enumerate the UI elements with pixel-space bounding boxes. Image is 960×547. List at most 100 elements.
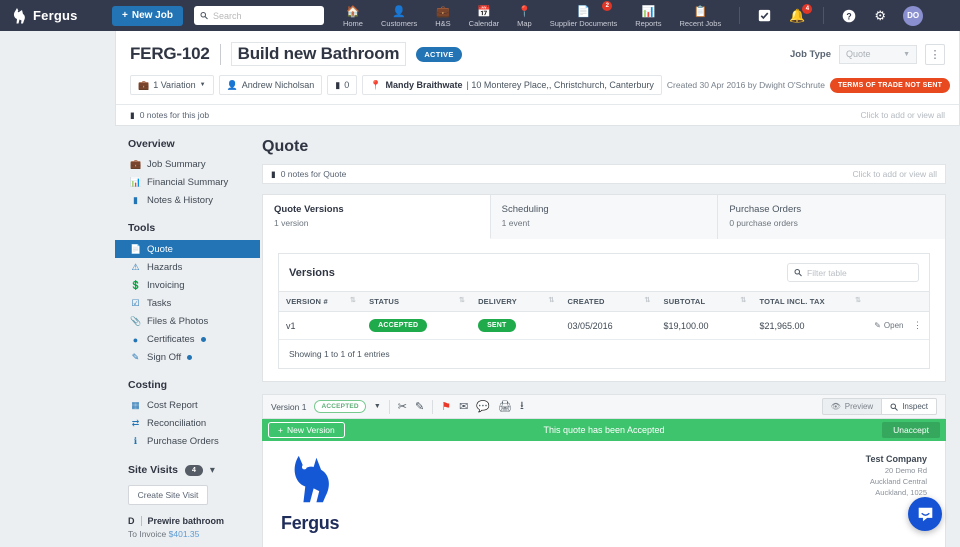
quote-panel: Quote Versions 1 version Scheduling 1 ev… [262, 194, 946, 382]
document-logo-block: Fergus [281, 454, 401, 534]
sidebar-item-purchase-orders[interactable]: ℹ Purchase Orders [128, 433, 260, 450]
variation-chip[interactable]: 💼 1 Variation ▼ [130, 75, 214, 95]
toolbar-version-label: Version 1 [271, 402, 306, 412]
pencil-icon[interactable]: ✎ [415, 400, 424, 413]
nav-item-reports[interactable]: 📊 Reports [626, 0, 670, 31]
job-title[interactable]: Build new Bathroom [231, 42, 407, 66]
column-status[interactable]: STATUS⇅ [362, 292, 471, 312]
envelope-icon[interactable]: ✉ [459, 400, 468, 413]
job-options-kebab-button[interactable]: ⋮ [925, 44, 945, 65]
sidebar-item-label: Invoicing [147, 280, 185, 291]
scissors-icon[interactable]: ✂ [398, 400, 407, 413]
nav-item-home[interactable]: 🏠 Home [334, 0, 372, 31]
comment-icon[interactable]: 💬 [476, 400, 490, 413]
column-delivery[interactable]: DELIVERY⇅ [471, 292, 560, 312]
download-icon[interactable]: ⭳ [520, 397, 524, 416]
table-row[interactable]: v1 ACCEPTED SENT 03/05/2016 $19,100.00 $… [279, 312, 929, 340]
column-subtotal[interactable]: SUBTOTAL⇅ [657, 292, 753, 312]
info-icon: ℹ [130, 436, 141, 447]
column-total-incl-tax[interactable]: TOTAL INCL. TAX⇅ [752, 292, 867, 312]
sidebar-item-sign-off[interactable]: ✎ Sign Off [128, 349, 260, 366]
settings-gear-icon[interactable]: ⚙ [865, 0, 895, 31]
tab-scheduling[interactable]: Scheduling 1 event [491, 195, 719, 239]
divider [389, 400, 390, 414]
brand[interactable]: Fergus [8, 7, 112, 24]
column-actions [867, 292, 929, 312]
tab-quote-versions[interactable]: Quote Versions 1 version [263, 195, 491, 239]
nav-item-customers[interactable]: 👤 Customers [372, 0, 426, 31]
sidebar-item-invoicing[interactable]: 💲 Invoicing [128, 277, 260, 294]
job-notes-label: 0 notes for this job [140, 110, 209, 120]
nav-item-map[interactable]: 📍 Map [508, 0, 541, 31]
column-created[interactable]: CREATED⇅ [561, 292, 657, 312]
quote-notes-hint: Click to add or view all [852, 169, 937, 179]
tab-purchase-orders[interactable]: Purchase Orders 0 purchase orders [718, 195, 945, 239]
table-header-row: VERSION #⇅ STATUS⇅ DELIVERY⇅ CREATED⇅ SU… [279, 292, 929, 312]
preview-button[interactable]: 👁 Preview [822, 398, 883, 415]
inspect-button[interactable]: Inspect [882, 398, 937, 415]
job-type-select[interactable]: Quote ▼ [839, 45, 917, 64]
chevron-down-icon[interactable]: ▾ [210, 465, 215, 476]
quote-tabs: Quote Versions 1 version Scheduling 1 ev… [263, 195, 945, 239]
site-address-chip[interactable]: 📍 Mandy Braithwate | 10 Monterey Place,,… [362, 75, 662, 95]
nav-item-supplier-documents[interactable]: 📄 Supplier Documents 2 [541, 0, 627, 31]
sidebar-item-certificates[interactable]: ● Certificates [128, 331, 260, 348]
calendar-icon: 📅 [477, 6, 491, 18]
open-version-button[interactable]: ✎ Open [874, 321, 903, 330]
new-version-button[interactable]: + New Version [268, 422, 345, 438]
cell-subtotal: $19,100.00 [657, 312, 753, 340]
map-pin-icon: 📍 [370, 80, 381, 91]
column-version[interactable]: VERSION #⇅ [279, 292, 362, 312]
search-input[interactable] [213, 11, 318, 21]
cell-created: 03/05/2016 [561, 312, 657, 340]
chat-support-button[interactable] [908, 497, 942, 531]
filter-table-input[interactable] [807, 268, 912, 278]
divider [141, 516, 142, 526]
table-icon: ▦ [130, 400, 141, 411]
sidebar-item-tasks[interactable]: ☑ Tasks [128, 295, 260, 312]
chevron-down-icon[interactable]: ▼ [374, 403, 381, 410]
site-visit-item[interactable]: D Prewire bathroom To Invoice $401.35 [128, 516, 260, 547]
sidebar-item-notes-history[interactable]: ▮ Notes & History [128, 192, 260, 209]
tab-sub: 1 event [502, 218, 707, 228]
company-address-line: 20 Demo Rd [866, 466, 927, 475]
sidebar-item-files-photos[interactable]: 📎 Files & Photos [128, 313, 260, 330]
cell-actions: ✎ Open ⋮ [867, 312, 929, 340]
nav-label: Supplier Documents [550, 19, 618, 28]
user-avatar[interactable]: DO [903, 6, 923, 26]
sidebar-item-hazards[interactable]: ⚠ Hazards [128, 259, 260, 276]
sidebar-item-label: Sign Off [147, 352, 181, 363]
contact-chip[interactable]: 👤 Andrew Nicholsan [219, 75, 323, 95]
sidebar-item-label: Certificates [147, 334, 195, 345]
tasks-checkbox-icon[interactable] [749, 0, 780, 31]
fergus-dog-logo-icon [281, 454, 337, 506]
sidebar-item-quote[interactable]: 📄 Quote [115, 240, 260, 258]
notifications-bell-icon[interactable]: 🔔 4 [780, 0, 814, 31]
nav-item-calendar[interactable]: 📅 Calendar [460, 0, 508, 31]
note-icon: ▮ [130, 195, 141, 206]
sidebar-item-job-summary[interactable]: 💼 Job Summary [128, 156, 260, 173]
new-job-button[interactable]: + New Job [112, 6, 183, 26]
divider [432, 400, 433, 414]
unaccept-button[interactable]: Unaccept [882, 422, 940, 438]
sidebar-item-label: Tasks [147, 298, 171, 309]
contact-name: Andrew Nicholsan [242, 80, 315, 90]
sidebar-item-financial-summary[interactable]: 📊 Financial Summary [128, 174, 260, 191]
job-notes-bar[interactable]: ▮ 0 notes for this job Click to add or v… [116, 104, 959, 125]
help-icon[interactable]: ? [833, 0, 865, 31]
row-kebab-button[interactable]: ⋮ [913, 320, 922, 330]
quote-notes-bar[interactable]: ▮ 0 notes for Quote Click to add or view… [262, 164, 946, 184]
create-site-visit-button[interactable]: Create Site Visit [128, 485, 208, 505]
column-label: SUBTOTAL [664, 297, 706, 306]
print-icon[interactable]: 🖨 [498, 400, 512, 413]
chevron-down-icon: ▼ [903, 51, 910, 58]
nav-item-recent-jobs[interactable]: 📋 Recent Jobs [671, 0, 731, 31]
search-box[interactable] [194, 6, 324, 25]
nav-label: Calendar [469, 19, 499, 28]
flag-icon[interactable]: ⚑ [441, 400, 451, 413]
nav-item-hs[interactable]: 💼 H&S [426, 0, 459, 31]
sidebar-item-cost-report[interactable]: ▦ Cost Report [128, 397, 260, 414]
notes-count-chip[interactable]: ▮ 0 [327, 75, 357, 95]
filter-table-box[interactable] [787, 263, 919, 282]
sidebar-item-reconciliation[interactable]: ⇄ Reconciliation [128, 415, 260, 432]
